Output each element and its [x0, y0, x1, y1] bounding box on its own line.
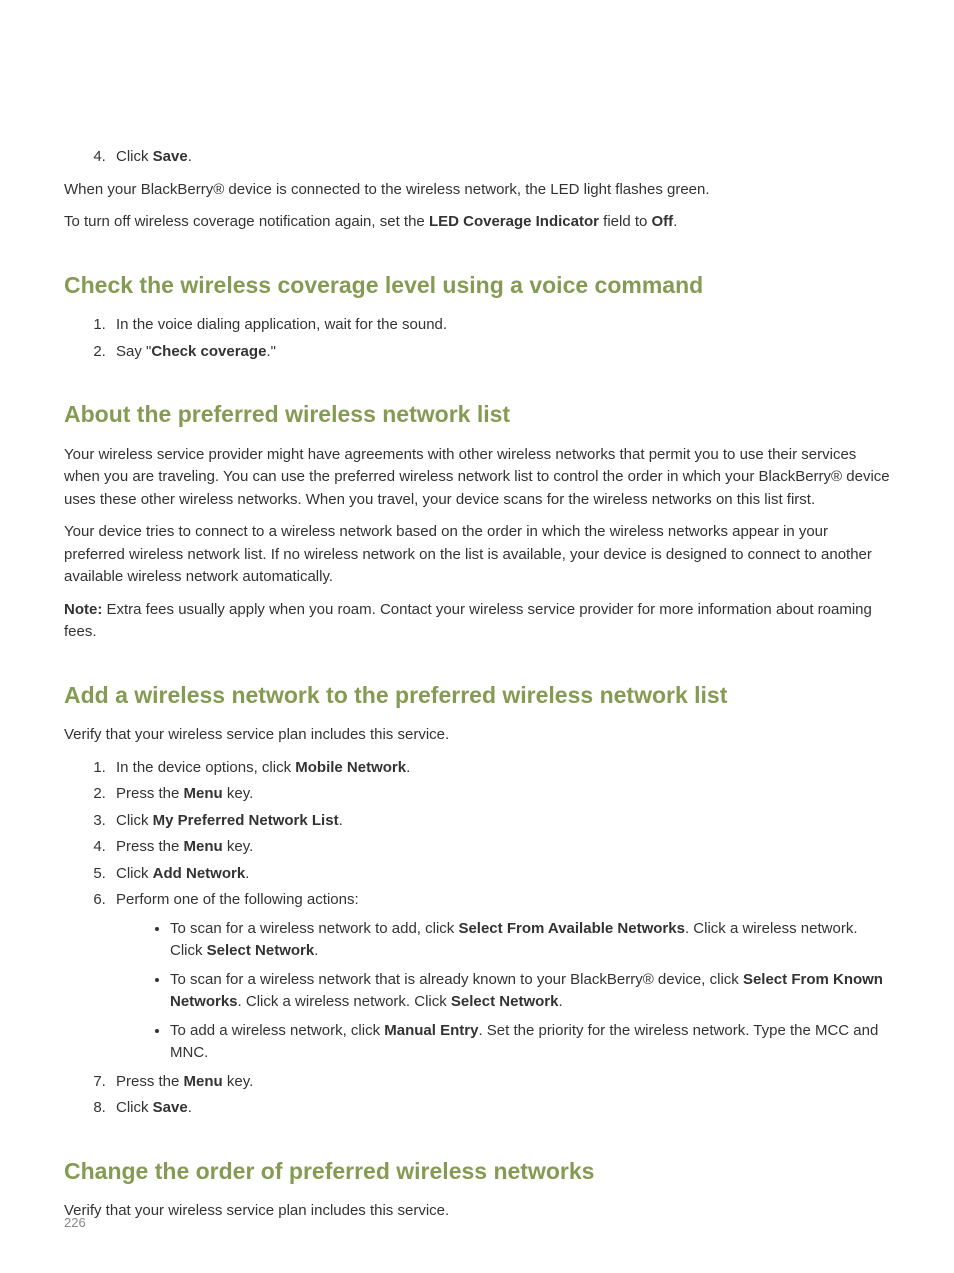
body-text: Verify that your wireless service plan i…	[64, 724, 890, 747]
ui-term: Manual Entry	[384, 1022, 478, 1039]
ui-term: Save	[153, 148, 188, 165]
text: key.	[223, 785, 254, 802]
text: Press the	[116, 785, 184, 802]
text: Click	[116, 1099, 153, 1116]
text: . Click a wireless network. Click	[238, 993, 451, 1010]
list-item: Click My Preferred Network List.	[110, 810, 890, 833]
intro-step-list: Click Save.	[64, 146, 890, 169]
section-heading: Change the order of preferred wireless n…	[64, 1154, 890, 1189]
ui-term: Add Network	[153, 865, 246, 882]
body-text: Note: Extra fees usually apply when you …	[64, 599, 890, 644]
ui-term: Select Network	[207, 942, 315, 959]
step-text: Say "	[116, 343, 151, 360]
text: key.	[223, 838, 254, 855]
page-number: 226	[64, 1213, 86, 1233]
steps-list: In the voice dialing application, wait f…	[64, 314, 890, 363]
ui-term: Select From Available Networks	[458, 920, 684, 937]
list-item: In the voice dialing application, wait f…	[110, 314, 890, 337]
section-heading: About the preferred wireless network lis…	[64, 397, 890, 432]
list-item: Click Save.	[110, 146, 890, 169]
ui-term: Menu	[184, 1073, 223, 1090]
body-text: Your wireless service provider might hav…	[64, 444, 890, 512]
list-item: Say "Check coverage."	[110, 341, 890, 364]
ui-term: Menu	[184, 838, 223, 855]
section-heading: Add a wireless network to the preferred …	[64, 678, 890, 713]
text: To scan for a wireless network to add, c…	[170, 920, 458, 937]
list-item: Press the Menu key.	[110, 836, 890, 859]
text: .	[245, 865, 249, 882]
steps-list: In the device options, click Mobile Netw…	[64, 757, 890, 1120]
ui-term: Select Network	[451, 993, 559, 1010]
section-heading: Check the wireless coverage level using …	[64, 268, 890, 303]
ui-term: Save	[153, 1099, 188, 1116]
text: key.	[223, 1073, 254, 1090]
ui-term: Off	[652, 213, 674, 230]
step-text: In the voice dialing application, wait f…	[116, 316, 447, 333]
body-text: Verify that your wireless service plan i…	[64, 1200, 890, 1223]
ui-term: Mobile Network	[295, 759, 406, 776]
ui-term: My Preferred Network List	[153, 812, 339, 829]
text: Click	[116, 865, 153, 882]
body-text: To turn off wireless coverage notificati…	[64, 211, 890, 234]
step-text: Click	[116, 148, 153, 165]
text: .	[339, 812, 343, 829]
text: In the device options, click	[116, 759, 295, 776]
list-item: Perform one of the following actions: To…	[110, 889, 890, 1065]
list-item: Press the Menu key.	[110, 1071, 890, 1094]
step-text: .	[188, 148, 192, 165]
ui-term: Menu	[184, 785, 223, 802]
text: Press the	[116, 1073, 184, 1090]
list-item: Click Add Network.	[110, 863, 890, 886]
document-page: Click Save. When your BlackBerry® device…	[0, 0, 954, 1273]
text: Perform one of the following actions:	[116, 891, 359, 908]
body-text: When your BlackBerry® device is connecte…	[64, 179, 890, 202]
body-text: Your device tries to connect to a wirele…	[64, 521, 890, 589]
text: .	[314, 942, 318, 959]
text: .	[673, 213, 677, 230]
list-item: Click Save.	[110, 1097, 890, 1120]
note-label: Note:	[64, 601, 102, 618]
ui-term: LED Coverage Indicator	[429, 213, 599, 230]
text: field to	[599, 213, 652, 230]
text: To turn off wireless coverage notificati…	[64, 213, 429, 230]
list-item: To add a wireless network, click Manual …	[170, 1020, 890, 1065]
text: Click	[116, 812, 153, 829]
text: To scan for a wireless network that is a…	[170, 971, 743, 988]
list-item: Press the Menu key.	[110, 783, 890, 806]
text: .	[406, 759, 410, 776]
text: To add a wireless network, click	[170, 1022, 384, 1039]
list-item: To scan for a wireless network that is a…	[170, 969, 890, 1014]
list-item: To scan for a wireless network to add, c…	[170, 918, 890, 963]
text: .	[558, 993, 562, 1010]
list-item: In the device options, click Mobile Netw…	[110, 757, 890, 780]
text: .	[188, 1099, 192, 1116]
voice-command: Check coverage	[151, 343, 266, 360]
text: Extra fees usually apply when you roam. …	[64, 601, 872, 641]
text: Press the	[116, 838, 184, 855]
sub-bullet-list: To scan for a wireless network to add, c…	[116, 918, 890, 1065]
step-text: ."	[266, 343, 276, 360]
